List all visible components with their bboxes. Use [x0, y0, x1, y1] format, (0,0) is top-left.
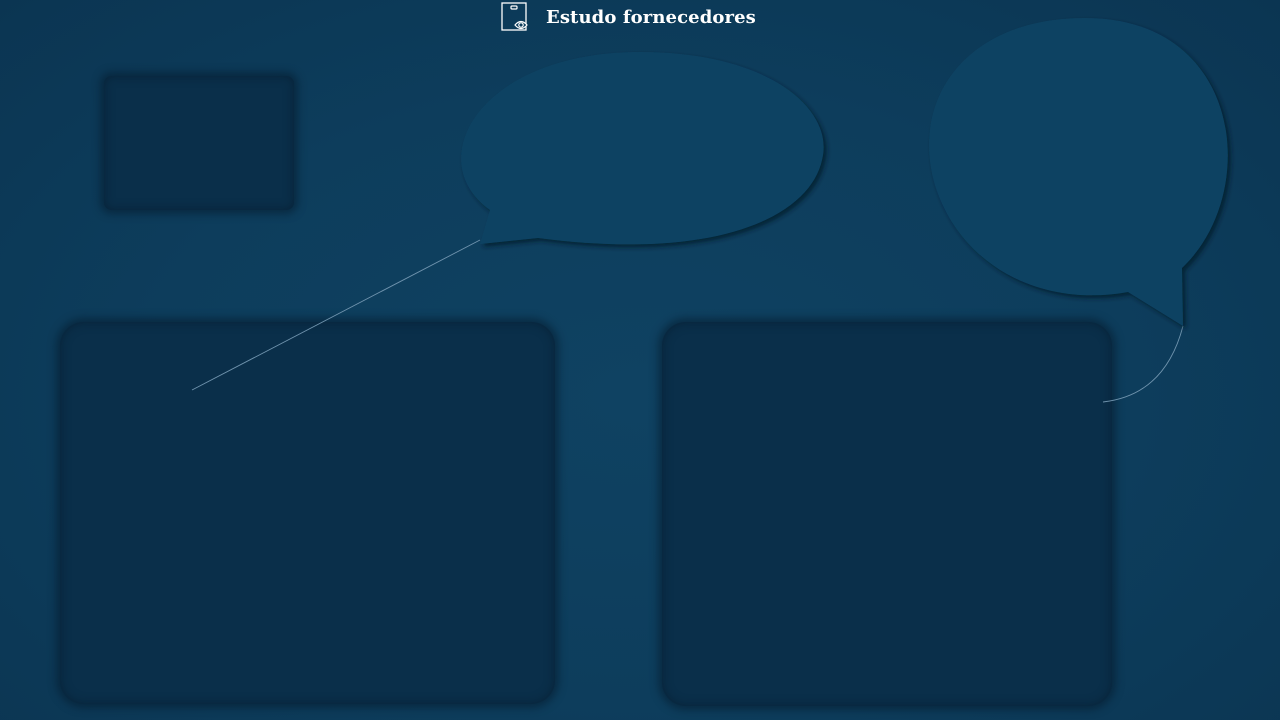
speech-bubble-middle[interactable]: [461, 52, 824, 245]
page-title: Estudo fornecedores: [546, 6, 756, 28]
small-content-panel: [104, 76, 294, 210]
speech-bubble-right[interactable]: [929, 18, 1228, 326]
right-content-panel: [662, 322, 1112, 706]
left-content-panel: [60, 322, 555, 704]
supplier-review-icon: [501, 2, 528, 31]
slide-header: Estudo fornecedores: [500, 0, 756, 34]
right-callout-connector: [1102, 325, 1184, 403]
